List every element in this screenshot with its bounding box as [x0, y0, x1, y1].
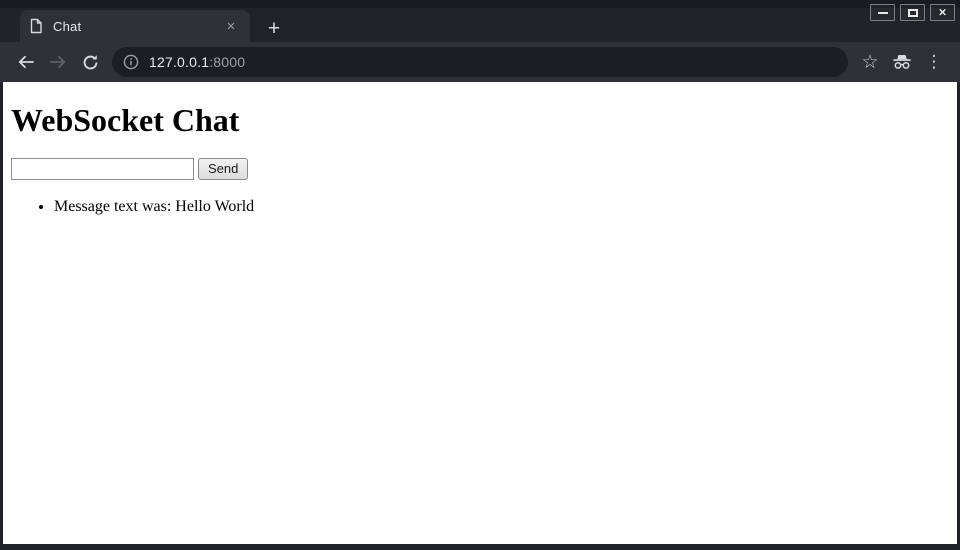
page-title: WebSocket Chat [11, 102, 949, 139]
page-frame: WebSocket Chat Send Message text was: He… [0, 82, 960, 550]
forward-button[interactable] [44, 48, 72, 76]
window-close-button[interactable]: × [930, 4, 955, 21]
maximize-icon [908, 9, 918, 17]
bookmark-button[interactable]: ☆ [856, 48, 884, 76]
reload-button[interactable] [76, 48, 104, 76]
url-port: :8000 [209, 54, 245, 70]
incognito-indicator [888, 48, 916, 76]
url-bar[interactable]: 127.0.0.1:8000 [112, 47, 848, 77]
star-icon: ☆ [861, 53, 878, 72]
window-controls: × [870, 4, 955, 21]
message-form: Send [11, 158, 949, 180]
new-tab-button[interactable]: + [260, 14, 288, 42]
browser-toolbar: 127.0.0.1:8000 ☆ ⋮ [0, 42, 960, 82]
message-item: Message text was: Hello World [54, 197, 949, 216]
url-text: 127.0.0.1:8000 [149, 54, 245, 70]
window-minimize-button[interactable] [870, 4, 895, 21]
tab-close-icon[interactable]: × [222, 17, 240, 35]
tab-title: Chat [53, 19, 222, 34]
minimize-icon [878, 12, 888, 14]
menu-button[interactable]: ⋮ [920, 48, 948, 76]
window-maximize-button[interactable] [900, 4, 925, 21]
browser-window: Chat × + × [0, 0, 960, 550]
reload-icon [82, 54, 99, 71]
incognito-icon [891, 54, 913, 70]
page-favicon-icon [29, 18, 43, 34]
close-icon: × [939, 6, 947, 19]
tab-chat[interactable]: Chat × [20, 10, 250, 42]
message-input[interactable] [11, 158, 194, 180]
send-button[interactable]: Send [198, 158, 248, 180]
kebab-menu-icon: ⋮ [926, 54, 943, 71]
arrow-right-icon [49, 54, 67, 70]
site-info-icon[interactable] [123, 54, 139, 70]
arrow-left-icon [17, 54, 35, 70]
page-content: WebSocket Chat Send Message text was: He… [3, 82, 957, 544]
back-button[interactable] [12, 48, 40, 76]
tab-bar: Chat × + × [0, 0, 960, 42]
url-host: 127.0.0.1 [149, 54, 209, 70]
message-list: Message text was: Hello World [11, 197, 949, 216]
